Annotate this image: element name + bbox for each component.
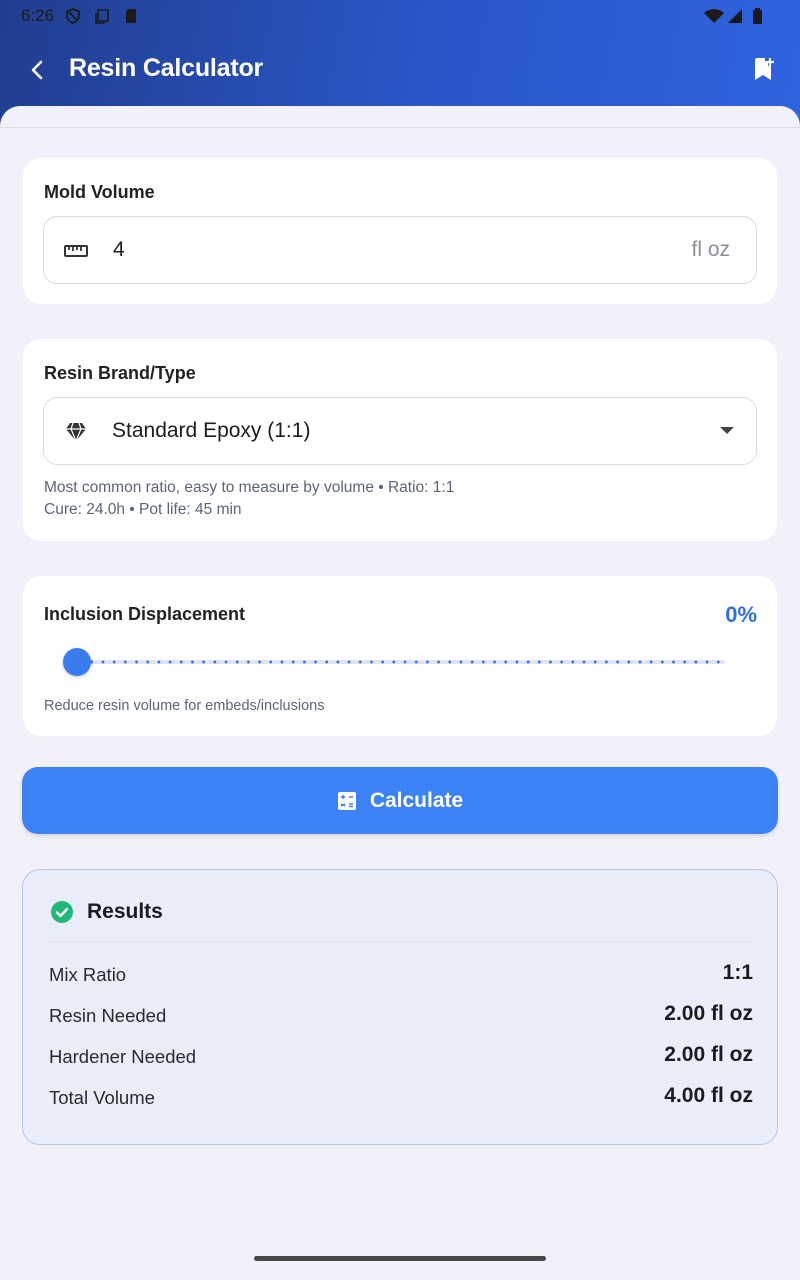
ruler-icon [64, 245, 88, 257]
resin-type-dropdown[interactable]: Standard Epoxy (1:1) [43, 397, 757, 465]
calculate-button[interactable]: Calculate [22, 767, 778, 834]
divider [0, 127, 800, 128]
status-time: 6:26 [21, 6, 55, 25]
result-row-resin-needed: Resin Needed 2.00 fl oz [49, 1002, 753, 1030]
resin-type-label: Resin Brand/Type [44, 363, 196, 383]
mold-volume-card: Mold Volume 4 fl oz [23, 158, 777, 304]
page-title: Resin Calculator [69, 54, 264, 82]
inclusion-helper: Reduce resin volume for embeds/inclusion… [44, 698, 325, 714]
results-divider [47, 941, 753, 942]
result-row-hardener-needed: Hardener Needed 2.00 fl oz [49, 1043, 753, 1071]
status-bar: 6:26 [0, 0, 800, 32]
gesture-nav-handle[interactable] [254, 1256, 546, 1261]
results-title: Results [87, 900, 163, 923]
resin-type-cure-info: Cure: 24.0h • Pot life: 45 min [44, 501, 242, 518]
mold-volume-input[interactable]: 4 fl oz [43, 216, 757, 284]
wifi-icon [704, 9, 724, 23]
result-label: Resin Needed [49, 1005, 167, 1026]
app-bar: Resin Calculator [0, 36, 800, 102]
signal-icon [728, 9, 742, 23]
result-value: 1:1 [722, 961, 753, 984]
result-value: 2.00 fl oz [664, 1043, 753, 1066]
inclusion-label: Inclusion Displacement [44, 604, 246, 624]
diamond-icon [66, 422, 86, 443]
result-label: Mix Ratio [49, 964, 127, 985]
mold-volume-label: Mold Volume [44, 182, 155, 202]
copy-icon [95, 9, 109, 24]
result-row-mix-ratio: Mix Ratio 1:1 [49, 961, 753, 989]
check-circle-icon [51, 901, 73, 923]
battery-icon [753, 8, 762, 24]
dropdown-arrow-icon [720, 427, 734, 434]
slider-track [75, 660, 725, 664]
result-value: 2.00 fl oz [664, 1002, 753, 1025]
slider-thumb[interactable] [63, 648, 91, 676]
bookmark-add-icon [755, 58, 774, 80]
inclusion-card: Inclusion Displacement 0% Reduce resin v… [23, 576, 777, 736]
resin-type-selected: Standard Epoxy (1:1) [112, 419, 311, 442]
sd-card-icon [126, 9, 136, 23]
calculator-icon [337, 791, 356, 810]
bookmark-add-button[interactable] [744, 50, 784, 90]
inclusion-slider[interactable] [63, 648, 725, 676]
resin-type-description: Most common ratio, easy to measure by vo… [44, 479, 455, 496]
shield-icon [66, 8, 80, 24]
mold-volume-unit: fl oz [691, 238, 730, 261]
results-header: Results [50, 898, 163, 926]
result-label: Total Volume [49, 1087, 155, 1108]
back-button[interactable] [18, 50, 58, 90]
mold-volume-value: 4 [113, 238, 125, 261]
arrow-back-icon [31, 60, 43, 80]
calculate-label: Calculate [369, 788, 464, 812]
inclusion-percent: 0% [725, 602, 757, 627]
result-value: 4.00 fl oz [664, 1084, 753, 1107]
resin-type-card: Resin Brand/Type Standard Epoxy (1:1) Mo… [23, 339, 777, 541]
results-card: Results Mix Ratio 1:1 Resin Needed 2.00 … [22, 869, 778, 1145]
result-label: Hardener Needed [49, 1046, 197, 1067]
result-row-total-volume: Total Volume 4.00 fl oz [49, 1084, 753, 1112]
